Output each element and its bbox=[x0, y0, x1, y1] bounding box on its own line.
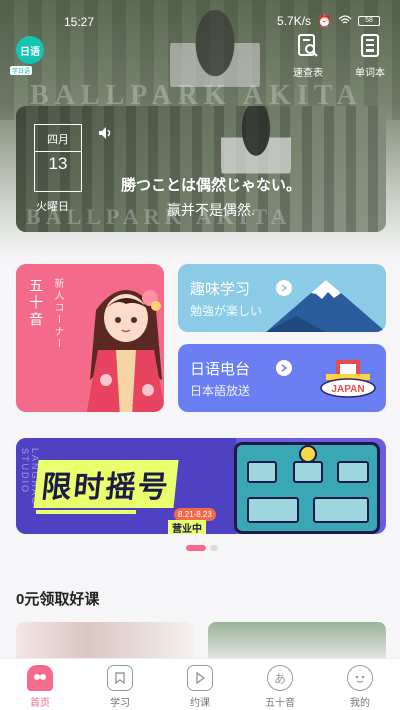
play-icon bbox=[187, 665, 213, 691]
network-speed: 5.7K/s bbox=[277, 14, 312, 28]
course-card[interactable] bbox=[16, 622, 194, 662]
promo-banner[interactable]: LANGHAO STUDIO 限时摇号 8.21-8.23 营业中 bbox=[16, 438, 386, 534]
kimono-girl-illustration bbox=[86, 290, 164, 412]
carousel-dot[interactable] bbox=[210, 545, 218, 551]
radio-title: 日语电台 bbox=[190, 361, 251, 378]
carousel-indicator bbox=[186, 545, 218, 551]
banner-status: 营业中 bbox=[168, 520, 206, 534]
tab-home-label: 首页 bbox=[30, 698, 50, 709]
chinese-translation: 赢并不是偶然. bbox=[167, 202, 255, 218]
bottom-tab-bar: 首页 学习 约课 あ 五十音 我的 bbox=[0, 658, 400, 710]
wordbook-button[interactable]: 单词本 bbox=[350, 34, 390, 79]
radio-subtitle: 日本語放送 bbox=[190, 384, 251, 398]
tab-booking[interactable]: 约课 bbox=[160, 659, 240, 710]
profile-icon bbox=[347, 665, 373, 691]
tab-home[interactable]: 首页 bbox=[0, 659, 80, 710]
tab-profile-label: 我的 bbox=[350, 698, 370, 709]
fun-learning-subtitle: 勉強が楽しい bbox=[190, 304, 263, 318]
quick-reference-button[interactable]: 速查表 bbox=[288, 34, 328, 79]
speaker-icon[interactable] bbox=[98, 126, 114, 145]
date-day: 13 bbox=[35, 151, 81, 174]
home-icon bbox=[27, 665, 53, 691]
alarm-icon: ⏰ bbox=[317, 14, 332, 28]
gojuon-title: 五十音 bbox=[28, 278, 44, 329]
kana-icon: あ bbox=[267, 665, 293, 691]
gojuon-card[interactable]: 五十音 新人コーナー bbox=[16, 264, 164, 412]
tab-booking-label: 约课 bbox=[190, 698, 210, 709]
search-doc-icon bbox=[298, 34, 318, 57]
wordbook-label: 单词本 bbox=[355, 68, 385, 79]
course-card[interactable] bbox=[208, 622, 386, 662]
japan-badge-illustration: JAPAN bbox=[320, 360, 376, 398]
status-time: 15:27 bbox=[64, 15, 95, 29]
app-logo-subtitle: 学日语 bbox=[10, 66, 33, 75]
vending-machine-illustration bbox=[234, 442, 380, 534]
wordbook-icon bbox=[361, 34, 379, 57]
tab-profile[interactable]: 我的 bbox=[320, 659, 400, 710]
daily-sentence-card[interactable]: BALLPARK AKITA 四月 13 火曜日 勝つことは偶然じゃない。 赢并… bbox=[16, 106, 386, 232]
chevron-right-icon bbox=[276, 360, 292, 376]
bookmark-icon bbox=[107, 665, 133, 691]
date-month: 四月 bbox=[47, 134, 69, 146]
banner-headline: 限时摇号 bbox=[33, 460, 179, 508]
wifi-icon bbox=[338, 14, 352, 28]
status-bar: 15:27 5.7K/s ⏰ 58 bbox=[0, 0, 400, 29]
japanese-sentence: 勝つことは偶然じゃない。 bbox=[120, 177, 301, 194]
quick-reference-label: 速查表 bbox=[293, 68, 323, 79]
tab-study[interactable]: 学习 bbox=[80, 659, 160, 710]
fun-learning-card[interactable]: 趣味学习 勉強が楽しい bbox=[178, 264, 386, 332]
carousel-dot-active[interactable] bbox=[186, 545, 206, 551]
fun-learning-title: 趣味学习 bbox=[190, 281, 251, 298]
tab-gojuon-label: 五十音 bbox=[265, 698, 295, 709]
tab-gojuon[interactable]: あ 五十音 bbox=[240, 659, 320, 710]
gojuon-subtitle: 新人コーナー bbox=[52, 278, 63, 350]
app-logo[interactable]: 日语 bbox=[16, 36, 44, 64]
section-title: 0元领取好课 bbox=[16, 591, 100, 608]
tab-study-label: 学习 bbox=[110, 698, 130, 709]
mount-fuji-illustration bbox=[266, 280, 386, 332]
battery-icon: 58 bbox=[358, 16, 380, 26]
japanese-radio-card[interactable]: 日语电台 日本語放送 JAPAN bbox=[178, 344, 386, 412]
japan-badge-text: JAPAN bbox=[331, 384, 364, 395]
